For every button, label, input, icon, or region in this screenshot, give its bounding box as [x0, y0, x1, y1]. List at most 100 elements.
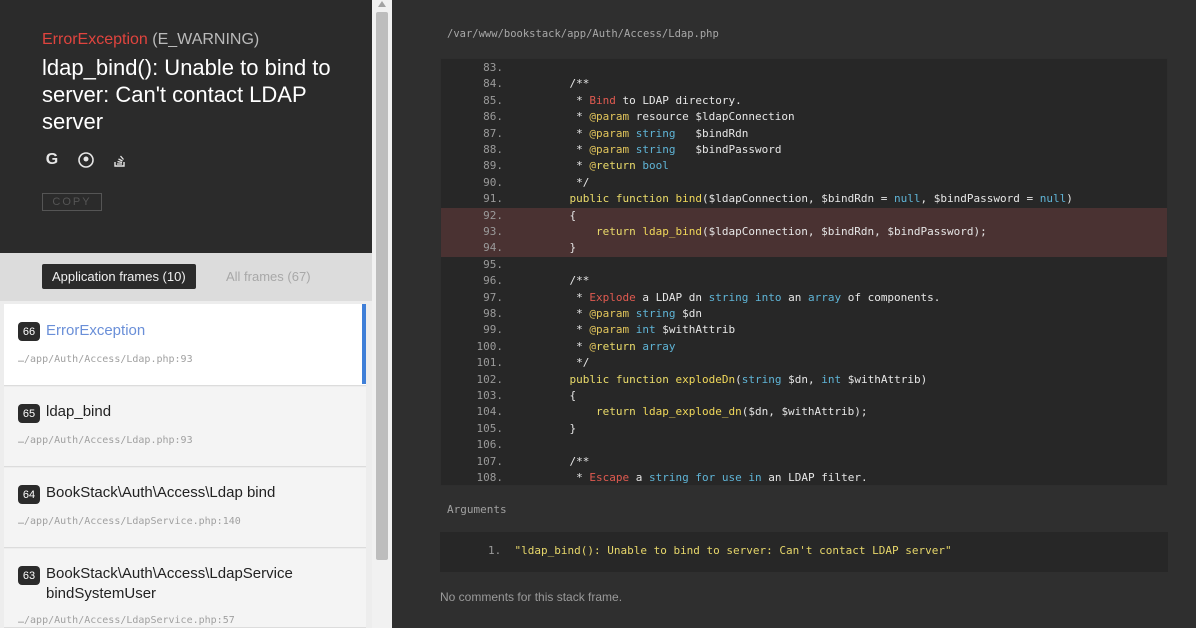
code-viewer: 83. 84. /** 85. * Bind to LDAP directory. 8… — [440, 58, 1168, 486]
line-code: { — [543, 208, 577, 222]
code-line: 90. */ — [441, 175, 1167, 191]
frame-file-path: /var/www/bookstack/app/Auth/Access/Ldap.… — [447, 28, 719, 40]
active-frame-indicator — [362, 304, 366, 384]
frame-path: …/app/Auth/Access/LdapService.php:57 — [18, 615, 235, 626]
scroll-up-arrow-icon[interactable] — [378, 1, 386, 7]
code-line: 100. * @return array — [441, 339, 1167, 355]
line-number: 92. — [483, 208, 503, 222]
line-number: 88. — [483, 143, 503, 156]
frame-name: BookStack\Auth\Access\LdapService bindSy… — [46, 565, 293, 602]
stackoverflow-icon[interactable] — [110, 150, 130, 170]
stack-frame[interactable]: 66 ErrorException …/app/Auth/Access/Ldap… — [4, 304, 366, 386]
code-line: 91. public function bind($ldapConnection… — [441, 191, 1167, 207]
argument-item: 1. "ldap_bind(): Unable to bind to serve… — [488, 544, 952, 557]
line-number: 95. — [483, 257, 503, 271]
frame-number-badge: 64 — [18, 485, 40, 504]
line-number: 104. — [476, 405, 504, 419]
line-number: 98. — [483, 307, 503, 320]
code-line: 108. * Escape a string for use in an LDA… — [441, 470, 1167, 485]
argument-number: 1. — [488, 544, 502, 557]
google-icon[interactable]: G — [42, 150, 62, 170]
line-number: 87. — [483, 126, 503, 140]
line-number: 86. — [483, 110, 503, 124]
line-number: 100. — [476, 339, 504, 353]
exception-message: ldap_bind(): Unable to bind to server: C… — [42, 55, 331, 134]
stack-frame[interactable]: 65 ldap_bind …/app/Auth/Access/Ldap.php:… — [4, 387, 366, 467]
frame-number-badge: 63 — [18, 566, 40, 585]
stack-frames-panel: ErrorException (E_WARNING) ldap_bind(): … — [0, 0, 372, 628]
line-code: } — [543, 421, 577, 435]
line-code: * @return bool — [543, 159, 669, 173]
code-line: 101. */ — [441, 355, 1167, 371]
code-line: 95. — [441, 257, 1167, 273]
line-number: 102. — [476, 372, 504, 386]
tab-all-frames[interactable]: All frames (67) — [226, 264, 311, 289]
code-line: 84. /** — [441, 76, 1167, 92]
line-code: * @return array — [543, 339, 676, 353]
line-number: 101. — [476, 356, 504, 370]
line-number: 91. — [483, 192, 503, 206]
code-line: 94. } — [441, 240, 1167, 257]
line-code: * @param resource $ldapConnection — [543, 110, 795, 124]
line-code: */ — [543, 175, 590, 189]
line-code: * Bind to LDAP directory. — [543, 93, 742, 107]
line-number: 106. — [476, 438, 504, 452]
line-number: 107. — [476, 454, 504, 468]
code-line: 83. — [441, 60, 1167, 76]
code-line: 106. — [441, 437, 1167, 453]
exception-title-line: ErrorException (E_WARNING) — [42, 31, 259, 49]
exception-header: ErrorException (E_WARNING) ldap_bind(): … — [0, 0, 372, 253]
stack-frame[interactable]: 63 BookStack\Auth\Access\LdapService bin… — [4, 549, 366, 628]
line-number: 83. — [483, 61, 503, 74]
frame-name: ErrorException — [46, 322, 146, 339]
code-line: 89. * @return bool — [441, 158, 1167, 174]
line-number: 103. — [476, 389, 504, 402]
exception-type: (E_WARNING) — [152, 31, 260, 48]
line-number: 93. — [483, 225, 503, 238]
code-line: 92. { — [441, 207, 1167, 224]
line-number: 97. — [483, 290, 503, 304]
line-code: /** — [543, 454, 590, 468]
exception-class: ErrorException — [42, 31, 148, 48]
tab-application-frames[interactable]: Application frames (10) — [42, 264, 196, 289]
line-number: 89. — [483, 159, 503, 173]
scrollbar-thumb[interactable] — [376, 12, 388, 560]
code-line: 93. return ldap_bind($ldapConnection, $b… — [441, 224, 1167, 241]
frame-path: …/app/Auth/Access/Ldap.php:93 — [18, 354, 193, 365]
line-code: } — [543, 241, 577, 255]
copy-button[interactable]: COPY — [42, 193, 102, 211]
code-line: 107. /** — [441, 454, 1167, 470]
code-line: 85. * Bind to LDAP directory. — [441, 93, 1167, 109]
duckduckgo-icon[interactable] — [76, 150, 96, 170]
code-line: 103. { — [441, 388, 1167, 404]
line-number: 105. — [476, 421, 504, 435]
code-line: 105. } — [441, 421, 1167, 437]
line-code: public function explodeDn(string $dn, in… — [569, 372, 928, 386]
line-number: 90. — [483, 175, 503, 189]
frame-path: …/app/Auth/Access/LdapService.php:140 — [18, 516, 241, 527]
line-code: * @param string $bindRdn — [543, 126, 749, 140]
frame-name: BookStack\Auth\Access\Ldap bind — [46, 484, 276, 501]
stack-frame[interactable]: 64 BookStack\Auth\Access\Ldap bind …/app… — [4, 468, 366, 548]
line-number: 85. — [483, 93, 503, 107]
code-line: 97. * Explode a LDAP dn string into an a… — [441, 290, 1167, 306]
code-line: 96. /** — [441, 273, 1167, 289]
line-code: * Explode a LDAP dn string into an array… — [543, 290, 941, 304]
line-code: public function bind($ldapConnection, $b… — [569, 192, 1073, 206]
frame-details-panel: /var/www/bookstack/app/Auth/Access/Ldap.… — [392, 0, 1196, 628]
line-number: 96. — [483, 274, 503, 288]
line-code: * Escape a string for use in an LDAP fil… — [543, 471, 868, 484]
line-code: { — [543, 389, 577, 402]
arguments-list: 1. "ldap_bind(): Unable to bind to serve… — [440, 532, 1168, 572]
code-line: 99. * @param int $withAttrib — [441, 322, 1167, 338]
line-number: 84. — [483, 77, 503, 91]
frame-number-badge: 65 — [18, 404, 40, 423]
frame-name: ldap_bind — [46, 403, 112, 420]
line-code: * @param int $withAttrib — [543, 323, 736, 337]
line-code: /** — [543, 274, 590, 288]
frame-path: …/app/Auth/Access/Ldap.php:93 — [18, 435, 193, 446]
code-line: 98. * @param string $dn — [441, 306, 1167, 322]
code-line: 102. public function explodeDn(string $d… — [441, 372, 1167, 388]
frame-number-badge: 66 — [18, 322, 40, 341]
frames-scrollbar[interactable] — [372, 0, 392, 628]
